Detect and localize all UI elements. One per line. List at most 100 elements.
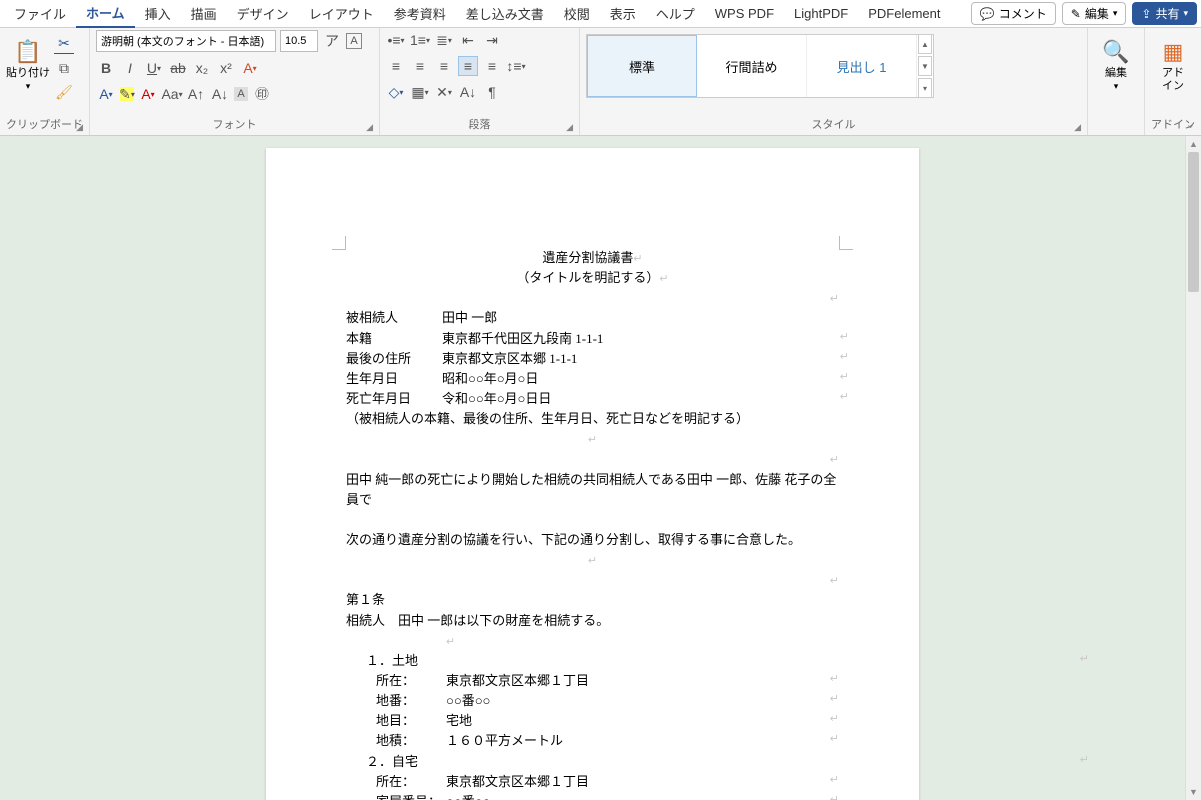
superscript-button[interactable]: x² (216, 58, 236, 78)
group-styles: 標準 行間詰め 見出し 1 ▲ ▼ ▾ スタイル◢ (580, 28, 1088, 135)
tab-help[interactable]: ヘルプ (646, 0, 705, 27)
scroll-thumb[interactable] (1188, 152, 1199, 292)
copy-icon[interactable]: ⧉ (54, 58, 74, 78)
chevron-down-icon: ▾ (1113, 8, 1118, 19)
highlight-button[interactable]: ✎▾ (120, 87, 134, 101)
comment-button[interactable]: 💬コメント (971, 2, 1056, 25)
font-color-button[interactable]: A▾ (138, 84, 158, 104)
style-normal[interactable]: 標準 (587, 35, 697, 97)
number-list-button[interactable]: 1≡▾ (410, 30, 430, 50)
subscript-button[interactable]: x₂ (192, 58, 212, 78)
multilevel-list-button[interactable]: ≣▾ (434, 30, 454, 50)
find-button[interactable]: 🔍 編集▾ (1094, 30, 1138, 102)
text-effects-button[interactable]: A▾ (240, 58, 260, 78)
tab-home[interactable]: ホーム (76, 0, 135, 28)
font-name-input[interactable] (96, 30, 276, 52)
tab-file[interactable]: ファイル (4, 0, 76, 27)
shrink-font-button[interactable]: A↓ (210, 84, 230, 104)
tab-pdfelement[interactable]: PDFelement (858, 2, 950, 25)
style-gallery: 標準 行間詰め 見出し 1 ▲ ▼ ▾ (586, 34, 934, 98)
decrease-indent-button[interactable]: ⇤ (458, 30, 478, 50)
borders-button[interactable]: ▦▾ (410, 82, 430, 102)
group-label-font: フォント◢ (96, 114, 373, 135)
style-scroll-up[interactable]: ▲ (918, 34, 932, 54)
style-scroll-down[interactable]: ▼ (918, 56, 932, 76)
tab-review[interactable]: 校閲 (554, 0, 600, 27)
bold-button[interactable]: B (96, 58, 116, 78)
increase-indent-button[interactable]: ⇥ (482, 30, 502, 50)
grow-font-button[interactable]: A↑ (186, 84, 206, 104)
style-nospace[interactable]: 行間詰め (697, 35, 807, 97)
tab-insert[interactable]: 挿入 (135, 0, 181, 27)
align-center-button[interactable]: ≡ (410, 56, 430, 76)
menu-bar: ファイル ホーム 挿入 描画 デザイン レイアウト 参考資料 差し込み文書 校閲… (0, 0, 1201, 28)
page[interactable]: 遺産分割協議書↵ （タイトルを明記する）↵ ↵ 被相続人田中 一郎 本籍東京都千… (266, 148, 919, 800)
char-border-icon[interactable]: A (346, 33, 362, 49)
shading-button[interactable]: ◇▾ (386, 82, 406, 102)
blank-line (346, 510, 839, 530)
tab-design[interactable]: デザイン (227, 0, 299, 27)
edit-mode-button[interactable]: ✎編集▾ (1062, 2, 1127, 25)
group-label-paragraph: 段落◢ (386, 114, 573, 135)
list-item: ２．自宅↵ (346, 752, 839, 772)
scroll-up-button[interactable]: ▲ (1186, 136, 1201, 152)
kv-row: 生年月日昭和○○年○月○日↵ (346, 369, 839, 389)
char-scale-button[interactable]: ✕▾ (434, 82, 454, 102)
format-painter-icon[interactable]: 🖌 (54, 82, 74, 102)
align-right-button[interactable]: ≡ (434, 56, 454, 76)
group-clipboard: 📋 貼り付け▾ ✂ ⧉ 🖌 クリップボード◢ (0, 28, 90, 135)
group-editing: 🔍 編集▾ (1088, 28, 1145, 135)
bullet-list-button[interactable]: •≡▾ (386, 30, 406, 50)
prop-row: 所在：東京都文京区本郷１丁目↵ (346, 772, 839, 792)
align-left-button[interactable]: ≡ (386, 56, 406, 76)
group-font: ア A B I U▾ ab x₂ x² A▾ A▾ ✎▾ A▾ Aa▾ (90, 28, 380, 135)
enclose-char-button[interactable]: ㊞ (252, 84, 272, 104)
line-spacing-button[interactable]: ↕≡▾ (506, 56, 526, 76)
font-outline-button[interactable]: A▾ (96, 84, 116, 104)
document-area[interactable]: 遺産分割協議書↵ （タイトルを明記する）↵ ↵ 被相続人田中 一郎 本籍東京都千… (0, 136, 1185, 800)
underline-button[interactable]: U▾ (144, 58, 164, 78)
group-label-styles: スタイル◢ (586, 114, 1081, 135)
tab-view[interactable]: 表示 (600, 0, 646, 27)
blank-line: ↵ (346, 550, 839, 570)
blank-line: ↵ (346, 570, 839, 590)
addin-button[interactable]: ▦ アドイン (1151, 30, 1195, 102)
change-case-button[interactable]: Aa▾ (162, 84, 182, 104)
dialog-launcher-icon[interactable]: ◢ (76, 122, 83, 133)
tab-layout[interactable]: レイアウト (299, 0, 384, 27)
scroll-down-button[interactable]: ▼ (1186, 784, 1201, 800)
cut-icon[interactable]: ✂ (54, 34, 74, 54)
sort-button[interactable]: A↓ (458, 82, 478, 102)
dialog-launcher-icon[interactable]: ◢ (566, 122, 573, 133)
collapse-ribbon-button[interactable]: ⌄ (1186, 118, 1195, 131)
strike-button[interactable]: ab (168, 58, 188, 78)
tab-mailings[interactable]: 差し込み文書 (456, 0, 554, 27)
dialog-launcher-icon[interactable]: ◢ (1074, 122, 1081, 133)
char-shading-button[interactable]: A (234, 87, 248, 101)
tab-references[interactable]: 参考資料 (384, 0, 456, 27)
blank-line: ↵ (346, 631, 839, 651)
kv-row: 本籍東京都千代田区九段南 1-1-1↵ (346, 329, 839, 349)
tab-draw[interactable]: 描画 (181, 0, 227, 27)
tab-lightpdf[interactable]: LightPDF (784, 2, 858, 25)
tab-wpspdf[interactable]: WPS PDF (705, 2, 784, 25)
show-marks-button[interactable]: ¶ (482, 82, 502, 102)
phonetic-guide-icon[interactable]: ア (322, 31, 342, 51)
blank-line: ↵ (346, 429, 839, 449)
italic-button[interactable]: I (120, 58, 140, 78)
style-heading1[interactable]: 見出し 1 (807, 35, 917, 97)
dialog-launcher-icon[interactable]: ◢ (366, 122, 373, 133)
article-heading: 第１条 (346, 590, 839, 610)
search-icon: 🔍 (1102, 39, 1129, 65)
justify-button[interactable]: ≡ (458, 56, 478, 76)
prop-row: 地番：○○番○○↵ (346, 691, 839, 711)
chevron-down-icon: ▾ (1114, 81, 1119, 91)
style-expand[interactable]: ▾ (918, 78, 932, 98)
share-button[interactable]: ⇪共有▾ (1132, 2, 1197, 25)
font-size-input[interactable] (280, 30, 318, 52)
vertical-scrollbar[interactable]: ▲ ▼ (1185, 136, 1201, 800)
distributed-button[interactable]: ≡ (482, 56, 502, 76)
paste-button[interactable]: 📋 貼り付け▾ (6, 30, 50, 102)
chevron-down-icon: ▾ (26, 81, 31, 91)
pencil-icon: ✎ (1071, 7, 1081, 21)
